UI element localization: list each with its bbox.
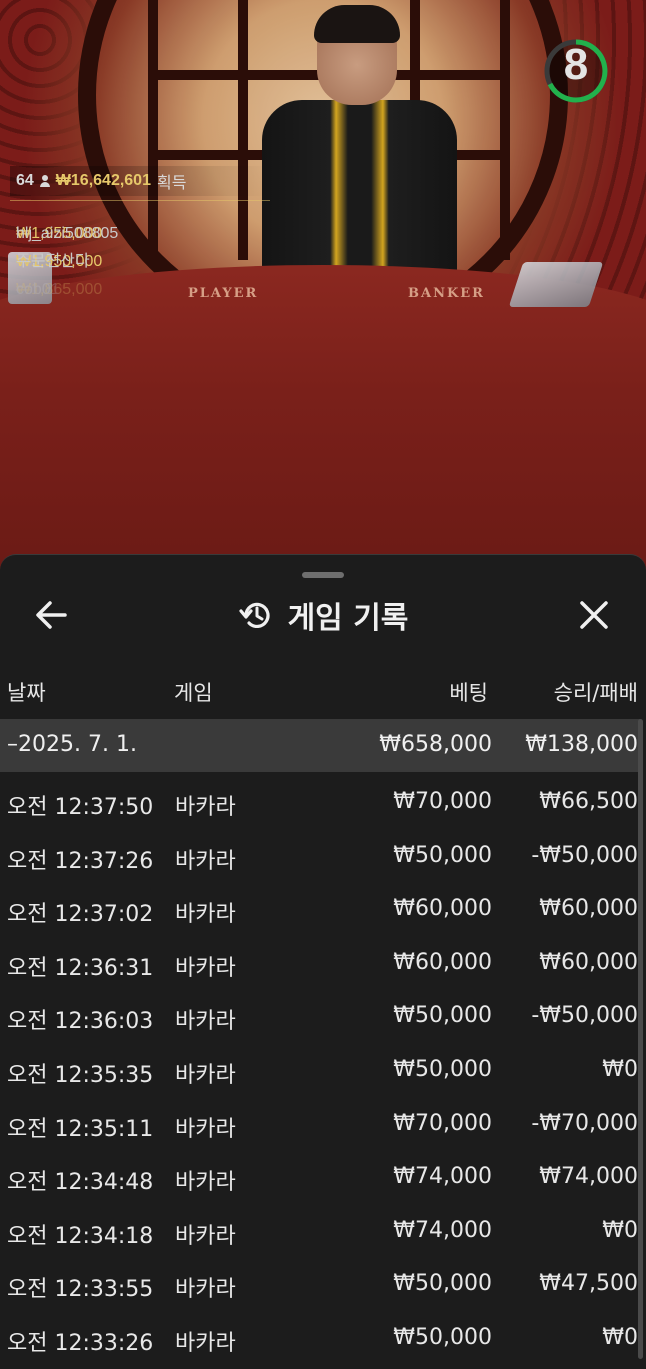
column-header-result: 승리/패배 [553, 681, 638, 705]
row-bet: ₩60,000 [393, 949, 492, 975]
close-icon [580, 601, 608, 629]
winners-summary: 64 ₩16,642,601 획득 [10, 166, 270, 196]
row-time: 오전 12:36:03 [7, 1009, 154, 1035]
row-bet: ₩50,000 [393, 842, 492, 868]
winners-won-label: 획득 [156, 175, 187, 192]
row-result: -₩50,000 [531, 1003, 638, 1029]
close-button[interactable] [566, 591, 622, 639]
dealer-hair [314, 5, 400, 43]
row-bet: ₩50,000 [393, 1056, 492, 1082]
row-time: 오전 12:34:48 [7, 1170, 154, 1196]
history-row[interactable]: 오전 12:34:48 바카라 ₩74,000 ₩74,000 [0, 1147, 640, 1201]
row-time: 오전 12:33:26 [7, 1330, 154, 1356]
winners-divider [10, 200, 270, 201]
row-game: 바카라 [175, 1330, 236, 1356]
column-header-date: 날짜 [7, 681, 46, 705]
winner-row: ₩1,950,000 주문전산다 [10, 231, 270, 270]
page-title: 게임 기록 [287, 601, 409, 636]
sheet-grabber[interactable] [302, 572, 344, 578]
row-result: ₩60,000 [539, 949, 638, 975]
day-result-total: ₩138,000 [525, 732, 638, 757]
history-row[interactable]: 오전 12:36:03 바카라 ₩50,000 -₩50,000 [0, 986, 640, 1040]
winners-count: 64 [16, 172, 34, 189]
row-game: 바카라 [175, 1009, 236, 1035]
dealer [262, 5, 457, 300]
winners-total: ₩16,642,601 [55, 172, 151, 189]
row-time: 오전 12:35:35 [7, 1062, 154, 1088]
column-headers: 날짜 게임 베팅 승리/패배 [0, 671, 646, 711]
history-row[interactable]: 오전 12:37:26 바카라 ₩50,000 -₩50,000 [0, 826, 640, 880]
countdown-timer: 8 [543, 26, 621, 104]
discard-tray [508, 262, 604, 307]
history-row[interactable]: 오전 12:37:02 바카라 ₩60,000 ₩60,000 [0, 879, 640, 933]
row-game: 바카라 [175, 795, 236, 820]
winner-name: cob01 [16, 281, 60, 298]
history-row[interactable]: 오전 12:34:18 바카라 ₩74,000 ₩0 [0, 1201, 640, 1255]
history-icon [238, 602, 270, 629]
row-time: 오전 12:33:55 [7, 1277, 154, 1303]
day-date: –2025. 7. 1. [7, 732, 137, 757]
row-bet: ₩50,000 [393, 1003, 492, 1029]
row-time: 오전 12:36:31 [7, 955, 154, 981]
column-header-bet: 베팅 [449, 681, 488, 705]
row-game: 바카라 [175, 955, 236, 981]
title-group: 게임 기록 [0, 583, 646, 647]
row-result: ₩66,500 [539, 789, 638, 814]
row-game: 바카라 [175, 1062, 236, 1088]
row-time: 오전 12:35:11 [7, 1116, 154, 1142]
row-result: ₩60,000 [539, 896, 638, 922]
table-felt [0, 265, 646, 580]
person-icon [39, 175, 50, 187]
row-bet: ₩50,000 [393, 1324, 492, 1350]
winner-row: ₩1,955,000 hlj_aizi508805 [10, 203, 270, 242]
player-label: PLAYER [188, 286, 259, 301]
row-time: 오전 12:37:02 [7, 902, 154, 928]
row-time: 오전 12:34:18 [7, 1223, 154, 1249]
row-game: 바카라 [175, 848, 236, 874]
winners-panel: 64 ₩16,642,601 획득 ₩1,955,000 hlj_aizi508… [10, 166, 270, 298]
game-history-sheet: 게임 기록 날짜 게임 베팅 승리/패배 –2025. 7. 1. ₩658,0… [0, 554, 646, 1369]
row-bet: ₩74,000 [393, 1164, 492, 1190]
row-game: 바카라 [175, 902, 236, 928]
row-game: 바카라 [175, 1277, 236, 1303]
row-bet: ₩70,000 [393, 1110, 492, 1136]
sheet-header: 게임 기록 [0, 583, 646, 647]
row-bet: ₩70,000 [393, 789, 492, 814]
history-row[interactable]: 오전 12:33:55 바카라 ₩50,000 ₩47,500 [0, 1254, 640, 1308]
row-bet: ₩60,000 [393, 896, 492, 922]
row-result: ₩74,000 [539, 1164, 638, 1190]
history-row[interactable]: 오전 12:35:35 바카라 ₩50,000 ₩0 [0, 1040, 640, 1094]
row-result: ₩47,500 [539, 1271, 638, 1297]
day-bet-total: ₩658,000 [379, 732, 492, 757]
history-list: –2025. 7. 1. ₩658,000 ₩138,000 오전 12:37:… [0, 719, 640, 1362]
banker-label: BANKER [408, 286, 485, 301]
back-button[interactable] [24, 591, 80, 639]
row-bet: ₩50,000 [393, 1271, 492, 1297]
row-time: 오전 12:37:26 [7, 848, 154, 874]
row-result: ₩0 [602, 1324, 638, 1350]
row-result: ₩0 [602, 1217, 638, 1243]
row-result: -₩70,000 [531, 1110, 638, 1136]
lattice [500, 0, 510, 260]
timer-value: 8 [563, 40, 589, 89]
day-group-row[interactable]: –2025. 7. 1. ₩658,000 ₩138,000 [0, 719, 640, 772]
row-game: 바카라 [175, 1223, 236, 1249]
history-row[interactable]: 오전 12:35:11 바카라 ₩70,000 -₩70,000 [0, 1094, 640, 1148]
row-game: 바카라 [175, 1170, 236, 1196]
row-result: -₩50,000 [531, 842, 638, 868]
live-video: PLAYER BANKER 8 64 ₩16,642,601 획득 ₩1,955… [0, 0, 646, 580]
history-row[interactable]: 오전 12:36:31 바카라 ₩60,000 ₩60,000 [0, 933, 640, 987]
arrow-left-icon [36, 601, 67, 629]
history-row[interactable]: 오전 12:37:50 바카라 ₩70,000 ₩66,500 [0, 772, 640, 826]
row-game: 바카라 [175, 1116, 236, 1142]
row-time: 오전 12:37:50 [7, 795, 154, 820]
scrollbar[interactable] [638, 719, 643, 1359]
winner-row: ₩1,865,000 cob01 [10, 259, 270, 298]
history-row[interactable]: 오전 12:33:26 바카라 ₩50,000 ₩0 [0, 1308, 640, 1362]
column-header-game: 게임 [174, 681, 213, 705]
row-bet: ₩74,000 [393, 1217, 492, 1243]
row-result: ₩0 [602, 1056, 638, 1082]
